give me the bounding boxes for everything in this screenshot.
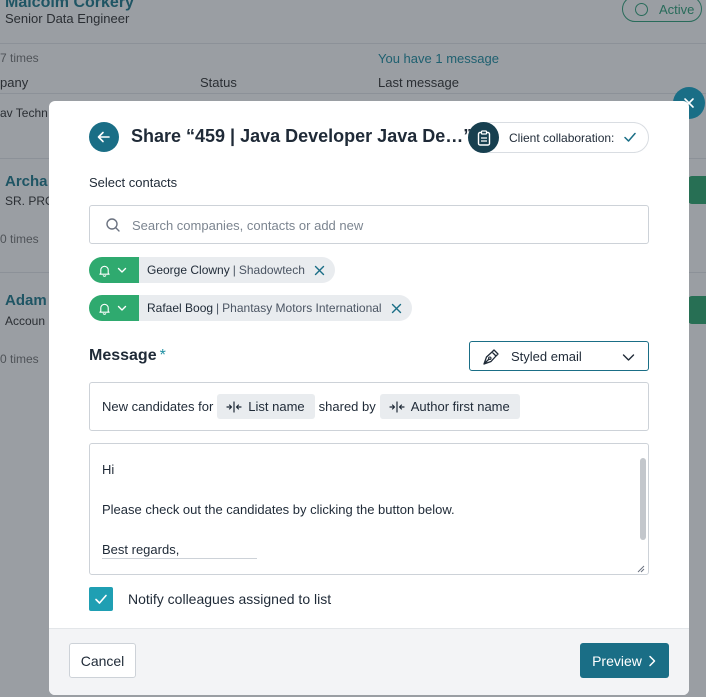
client-collaboration-label: Client collaboration:: [509, 131, 615, 145]
contact-company: Phantasy Motors International: [222, 301, 382, 315]
email-style-select[interactable]: Styled email: [469, 341, 649, 371]
scrollbar[interactable]: [640, 458, 646, 540]
variable-pill[interactable]: Author first name: [379, 394, 520, 419]
contact-search: [89, 205, 649, 244]
search-icon: [106, 218, 120, 232]
message-body-editor[interactable]: Hi Please check out the candidates by cl…: [89, 443, 649, 575]
contact-name: George Clowny: [147, 263, 230, 277]
subject-middle: shared by: [318, 399, 376, 414]
message-body: Hi Please check out the candidates by cl…: [102, 460, 455, 560]
subject-prefix: New candidates for: [102, 399, 214, 414]
variable-icon: [226, 400, 242, 413]
body-line: Hi: [102, 462, 115, 477]
resize-handle-icon[interactable]: [636, 564, 645, 573]
pen-nib-icon: [483, 349, 499, 365]
contact-chip-label: George Clowny | Shadowtech: [139, 257, 335, 283]
close-icon: [391, 303, 401, 313]
email-style-label: Styled email: [511, 349, 582, 364]
close-icon: [314, 265, 325, 275]
contact-chip: George Clowny | Shadowtech: [89, 257, 335, 283]
contact-separator: |: [232, 263, 236, 277]
message-label-text: Message: [89, 347, 157, 364]
remove-contact-button[interactable]: [391, 303, 402, 314]
subject-field[interactable]: New candidates for List name shared by A…: [89, 382, 649, 431]
message-label: Message *: [89, 347, 166, 365]
remove-contact-button[interactable]: [314, 265, 325, 276]
cancel-button[interactable]: Cancel: [69, 643, 136, 678]
chevron-right-icon: [649, 655, 656, 666]
preview-button[interactable]: Preview: [580, 643, 669, 678]
clipboard-icon: [468, 122, 499, 153]
variable-label: List name: [248, 399, 305, 414]
variable-icon: [389, 400, 405, 413]
body-line: Best regards,: [102, 542, 180, 557]
contact-notify-toggle[interactable]: [89, 295, 139, 321]
checkbox[interactable]: [89, 587, 113, 611]
client-collaboration-toggle[interactable]: Client collaboration:: [468, 122, 649, 153]
modal-footer: Cancel Preview: [49, 628, 689, 695]
arrow-left-icon: [97, 131, 110, 143]
notify-colleagues-checkbox[interactable]: Notify colleagues assigned to list: [89, 587, 331, 611]
contact-company: Shadowtech: [238, 263, 305, 277]
chevron-down-icon: [622, 354, 635, 361]
bell-icon: [99, 303, 110, 315]
contact-notify-toggle[interactable]: [89, 257, 139, 283]
chevron-down-icon: [117, 267, 127, 273]
contact-name: Rafael Boog: [147, 301, 214, 315]
preview-button-label: Preview: [592, 652, 642, 669]
required-mark: *: [159, 347, 166, 364]
chevron-down-icon: [117, 305, 127, 311]
share-modal: Share “459 | Java Developer Java De…” Cl…: [49, 101, 689, 695]
contact-chip: Rafael Boog | Phantasy Motors Internatio…: [89, 295, 412, 321]
contact-separator: |: [216, 301, 220, 315]
back-button[interactable]: [89, 122, 119, 152]
select-contacts-label: Select contacts: [89, 175, 178, 190]
check-icon: [95, 594, 107, 604]
variable-label: Author first name: [410, 399, 510, 414]
notify-colleagues-label: Notify colleagues assigned to list: [128, 591, 332, 607]
search-input[interactable]: [132, 215, 632, 235]
check-icon: [624, 132, 636, 142]
contact-chip-label: Rafael Boog | Phantasy Motors Internatio…: [139, 295, 412, 321]
divider: [102, 558, 257, 559]
body-line: Please check out the candidates by click…: [102, 502, 455, 517]
variable-pill[interactable]: List name: [217, 394, 315, 419]
modal-title: Share “459 | Java Developer Java De…”: [131, 126, 473, 146]
bell-icon: [99, 265, 110, 277]
